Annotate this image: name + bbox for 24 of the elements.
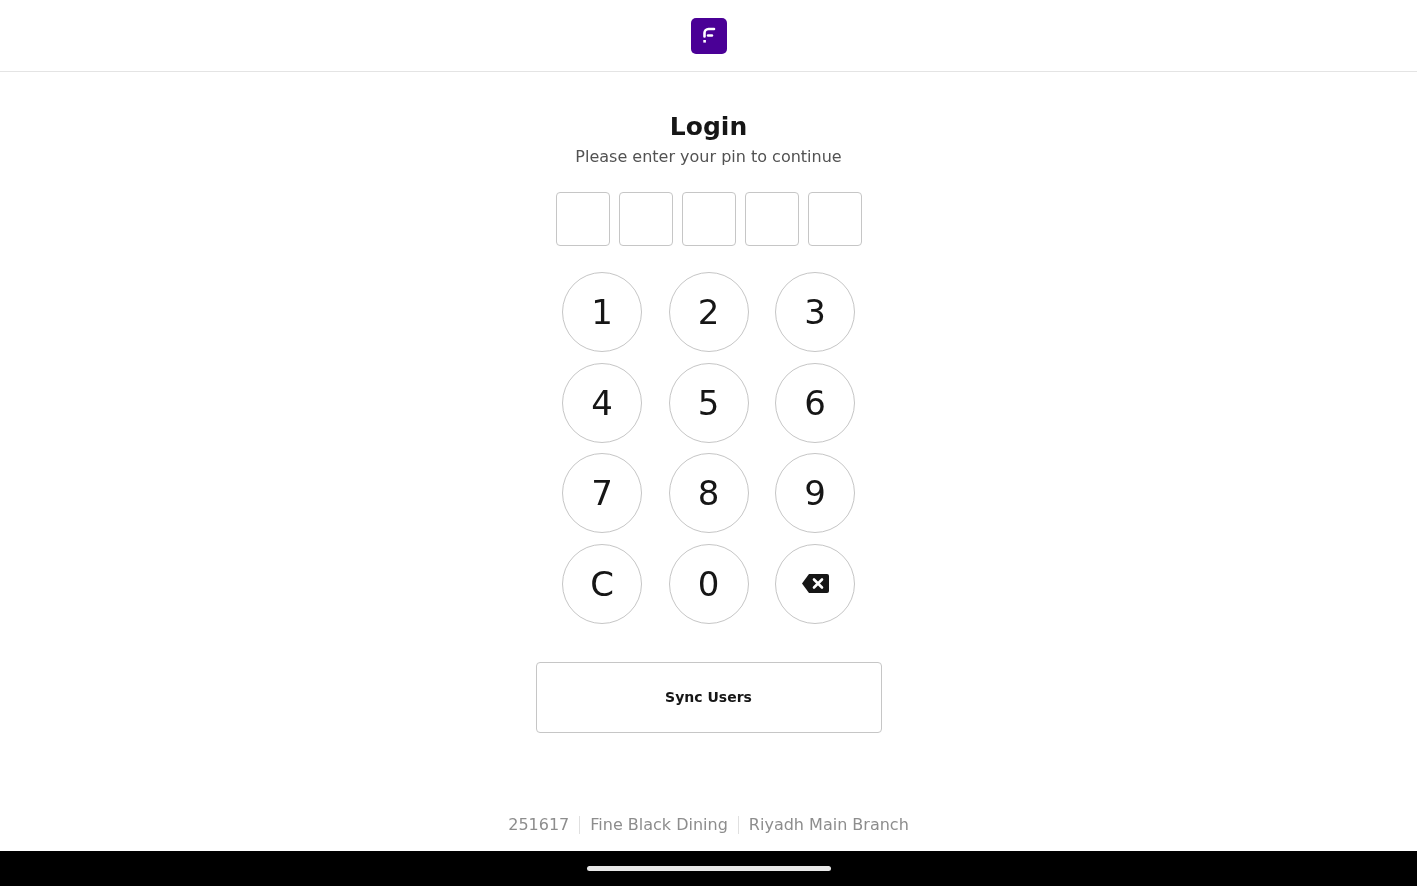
footer-info: Riyadh Main Branch: [748, 815, 909, 834]
pin-field[interactable]: [555, 192, 610, 246]
keypad-key[interactable]: 8: [668, 453, 749, 533]
login-title: Login: [669, 111, 748, 143]
keypad-key[interactable]: 6: [775, 362, 855, 443]
pin-field[interactable]: [744, 192, 799, 246]
keypad-key[interactable]: 7: [562, 453, 642, 533]
pin-field[interactable]: [807, 192, 862, 246]
keypad-key[interactable]: C: [562, 543, 642, 624]
keypad-key[interactable]: 2: [668, 272, 749, 352]
logo-icon: [690, 18, 727, 54]
keypad-key[interactable]: 0: [668, 543, 749, 624]
sync-users-button[interactable]: Sync Users: [535, 661, 882, 733]
backspace-icon: [801, 574, 829, 593]
footer-info: 251617: [508, 815, 570, 834]
keypad-key[interactable]: 5: [668, 362, 749, 443]
footer-info: Fine Black Dining: [590, 815, 728, 834]
pin-field[interactable]: [681, 192, 736, 246]
keypad-key[interactable]: 4: [562, 362, 642, 443]
login-subtitle: Please enter your pin to continue: [575, 146, 842, 168]
pin-field[interactable]: [618, 192, 673, 246]
keypad-key[interactable]: 9: [775, 453, 855, 533]
keypad-key[interactable]: 1: [562, 272, 642, 352]
keypad-key[interactable]: 3: [775, 272, 855, 352]
